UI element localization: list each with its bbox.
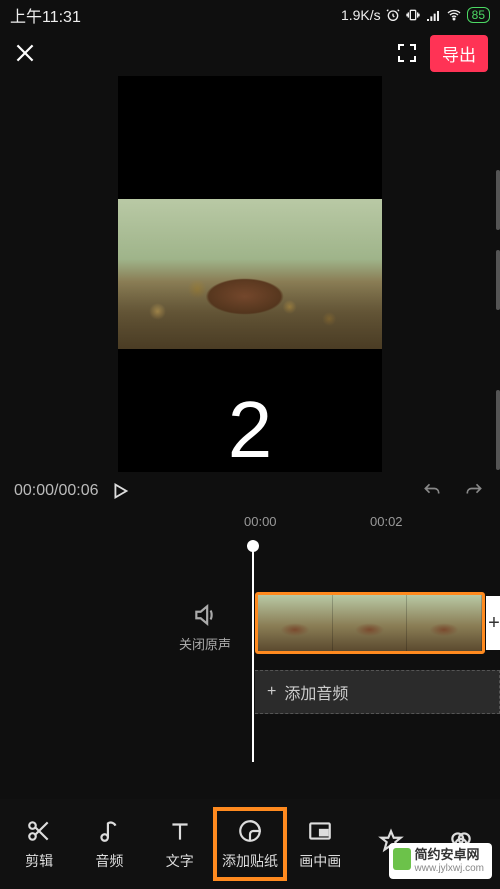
status-bar: 上午11:31 1.9K/s 85 [0, 0, 500, 30]
tool-label: 剪辑 [25, 851, 53, 871]
watermark-url: www.jylxwj.com [415, 863, 484, 875]
top-bar: 导出 [0, 30, 500, 76]
battery-indicator: 85 [467, 7, 490, 23]
music-note-icon [96, 817, 122, 845]
tool-audio[interactable]: 音频 [74, 809, 144, 879]
video-clip[interactable] [255, 592, 485, 654]
export-label: 导出 [442, 46, 476, 65]
volume-up-button [496, 170, 500, 230]
timeline[interactable]: 关闭原声 + + 添加音频 [0, 542, 500, 762]
add-clip-button[interactable]: + [486, 596, 500, 650]
ruler-tick: 00:00 [244, 514, 277, 529]
play-button[interactable] [109, 480, 410, 502]
timeline-ruler[interactable]: 00:00 00:02 [0, 510, 500, 538]
mute-label: 关闭原声 [175, 634, 235, 653]
pip-icon [307, 817, 333, 845]
tool-label: 添加贴纸 [222, 851, 278, 871]
watermark: 简约安卓网 www.jylxwj.com [389, 843, 492, 879]
add-audio-track[interactable]: + 添加音频 [255, 670, 500, 714]
sticker-icon [237, 817, 263, 845]
tool-text[interactable]: 文字 [145, 809, 215, 879]
plus-icon: + [267, 683, 276, 701]
tool-sticker[interactable]: 添加贴纸 [215, 809, 285, 879]
vibrate-icon [405, 7, 421, 23]
clip-thumb [258, 595, 333, 651]
ruler-tick: 00:02 [370, 514, 403, 529]
device-side-buttons [480, 170, 500, 570]
tool-pip[interactable]: 画中画 [285, 809, 355, 879]
volume-down-button [496, 250, 500, 310]
playback-bar: 00:00/00:06 [0, 472, 500, 510]
alarm-icon [385, 7, 401, 23]
tool-label: 画中画 [299, 851, 341, 871]
mute-original-sound[interactable]: 关闭原声 [175, 602, 235, 653]
tool-edit[interactable]: 剪辑 [4, 809, 74, 879]
add-audio-label: 添加音频 [284, 680, 348, 704]
watermark-title: 简约安卓网 [415, 848, 484, 863]
video-preview[interactable]: 2 [118, 76, 382, 472]
fullscreen-icon[interactable] [394, 40, 420, 66]
power-button [496, 390, 500, 470]
signal-icon [425, 7, 441, 23]
scissors-icon [26, 817, 52, 845]
speaker-icon [192, 602, 218, 628]
text-icon [167, 817, 193, 845]
export-button[interactable]: 导出 [430, 35, 488, 72]
status-net-speed: 1.9K/s [341, 7, 381, 23]
preview-frame [118, 199, 382, 349]
clip-thumb [407, 595, 482, 651]
wifi-icon [445, 7, 463, 23]
countdown-number: 2 [228, 390, 273, 470]
clip-thumb [333, 595, 408, 651]
tool-label: 文字 [166, 851, 194, 871]
battery-value: 85 [472, 8, 485, 22]
playhead[interactable] [252, 542, 254, 762]
tool-label: 音频 [95, 851, 123, 871]
status-time: 上午11:31 [10, 3, 81, 27]
timecode: 00:00/00:06 [14, 482, 99, 500]
close-button[interactable] [12, 40, 38, 66]
undo-button[interactable] [420, 481, 444, 501]
